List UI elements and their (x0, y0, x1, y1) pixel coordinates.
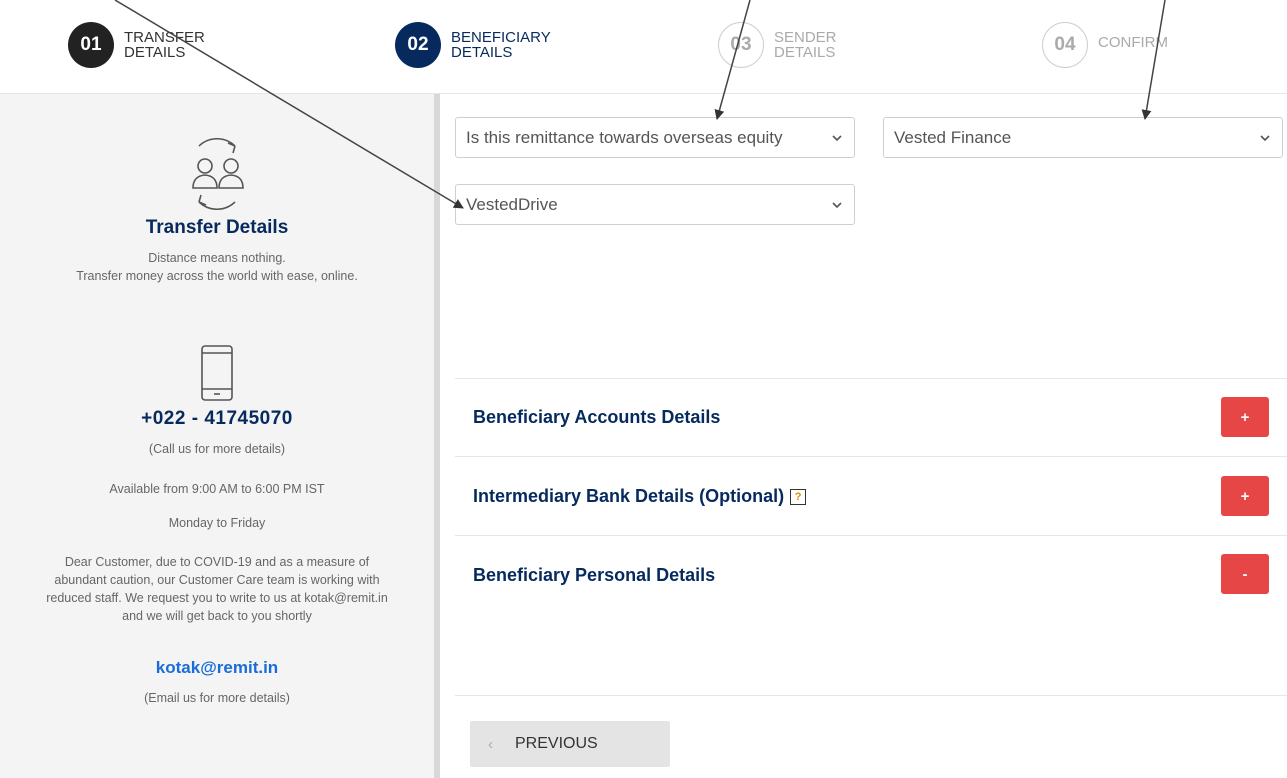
step-sender-details[interactable]: 03 SENDER DETAILS (718, 22, 837, 68)
select-value: VestedDrive (466, 194, 558, 214)
info-sidebar: Transfer Details Distance means nothing.… (0, 94, 440, 778)
beneficiary-accounts-section: Beneficiary Accounts Details + (455, 378, 1287, 456)
notice-line: abundant caution, our Customer Care team… (54, 573, 380, 587)
step-beneficiary-details[interactable]: 02 BENEFICIARY DETAILS (395, 22, 551, 68)
step-number: 04 (1042, 22, 1088, 68)
step-label-line: CONFIRM (1098, 33, 1168, 51)
support-email-link[interactable]: kotak@remit.in (0, 658, 434, 678)
covid-notice: Dear Customer, due to COVID-19 and as a … (0, 553, 434, 625)
step-label: SENDER DETAILS (774, 30, 837, 60)
step-label-line: BENEFICIARY (451, 29, 551, 46)
support-hours: Available from 9:00 AM to 6:00 PM IST (109, 482, 325, 496)
chevron-down-icon (832, 202, 842, 209)
step-confirm[interactable]: 04 CONFIRM (1042, 22, 1168, 68)
tagline-line: Distance means nothing. (148, 251, 286, 265)
remittance-purpose-select[interactable]: Is this remittance towards overseas equi… (455, 117, 855, 158)
notice-line: reduced staff. We request you to write t… (46, 591, 388, 605)
support-days: Monday to Friday (168, 516, 266, 530)
product-select[interactable]: VestedDrive (455, 184, 855, 225)
expand-button[interactable]: + (1221, 397, 1269, 437)
step-label: TRANSFER DETAILS (124, 30, 205, 60)
chevron-down-icon (832, 135, 842, 142)
users-exchange-icon (0, 138, 434, 210)
previous-button[interactable]: ‹ PREVIOUS (470, 721, 670, 767)
chevron-left-icon: ‹ (488, 735, 493, 753)
notice-line: Dear Customer, due to COVID-19 and as a … (64, 555, 370, 569)
select-value: Is this remittance towards overseas equi… (466, 127, 783, 147)
step-label-line: DETAILS (451, 44, 513, 61)
step-label: CONFIRM (1098, 35, 1168, 50)
select-value: Vested Finance (894, 127, 1012, 147)
notice-line: and we will get back to you shortly (122, 609, 312, 623)
step-label-line: TRANSFER (124, 29, 205, 46)
email-note: (Email us for more details) (144, 691, 290, 705)
chevron-down-icon (1260, 135, 1270, 142)
step-label: BENEFICIARY DETAILS (451, 30, 551, 60)
step-transfer-details[interactable]: 01 TRANSFER DETAILS (68, 22, 205, 68)
partner-select[interactable]: Vested Finance (883, 117, 1283, 158)
beneficiary-personal-section: Beneficiary Personal Details - (455, 535, 1287, 696)
intermediary-bank-section: Intermediary Bank Details (Optional) ? + (455, 456, 1287, 535)
section-title[interactable]: Beneficiary Personal Details (473, 565, 715, 586)
step-label-line: DETAILS (124, 44, 186, 61)
step-number: 03 (718, 22, 764, 68)
previous-label: PREVIOUS (515, 735, 598, 752)
step-label-line: SENDER (774, 29, 837, 46)
tagline-line: Transfer money across the world with eas… (76, 269, 358, 283)
section-title[interactable]: Beneficiary Accounts Details (473, 407, 720, 428)
call-note: (Call us for more details) (148, 442, 286, 456)
collapse-button[interactable]: - (1221, 554, 1269, 594)
step-number: 01 (68, 22, 114, 68)
section-title[interactable]: Intermediary Bank Details (Optional) ? (473, 486, 807, 507)
help-icon[interactable]: ? (790, 488, 807, 505)
step-number: 02 (395, 22, 441, 68)
step-label-line: DETAILS (774, 44, 836, 61)
expand-button[interactable]: + (1221, 476, 1269, 516)
sidebar-tagline: Distance means nothing. Transfer money a… (0, 249, 434, 285)
sidebar-title: Transfer Details (145, 217, 289, 238)
section-title-text: Intermediary Bank Details (Optional) (473, 486, 785, 506)
support-phone[interactable]: +022 - 41745070 (0, 408, 434, 430)
mobile-phone-icon (0, 344, 434, 402)
progress-steps: 01 TRANSFER DETAILS 02 BENEFICIARY DETAI… (0, 0, 1287, 94)
